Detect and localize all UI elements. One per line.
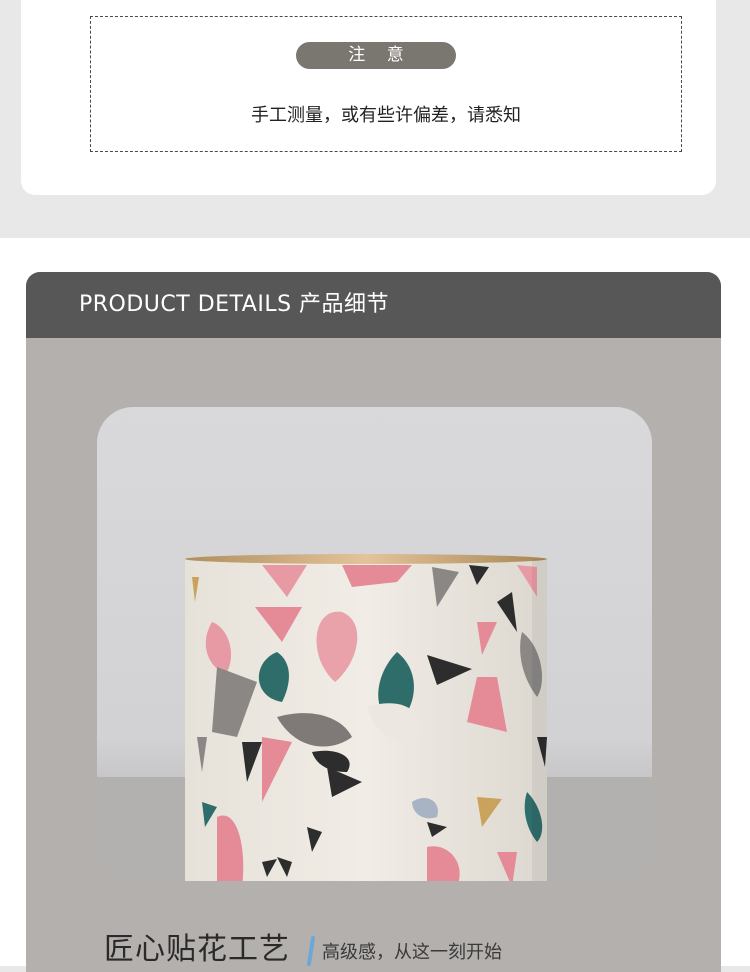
caption-title: 匠心贴花工艺: [104, 932, 290, 967]
slash-accent-icon: [307, 936, 315, 966]
product-details-header: PRODUCT DETAILS 产品细节: [26, 272, 721, 338]
caption-subtitle: 高级感，从这一刻开始: [322, 942, 502, 963]
product-details-section: PRODUCT DETAILS 产品细节 匠心贴花工艺 高级感，从这一刻开始: [0, 238, 750, 972]
terrazzo-mug-image: [97, 407, 652, 881]
product-photo: [97, 407, 652, 881]
notice-label: 注 意: [296, 42, 456, 69]
product-details-card: PRODUCT DETAILS 产品细节 匠心贴花工艺 高级感，从这一刻开始: [26, 272, 721, 972]
caption: 匠心贴花工艺 高级感，从这一刻开始: [104, 924, 502, 968]
notice-box: 注 意 手工测量，或有些许偏差，请悉知: [90, 16, 682, 152]
notice-text: 手工测量，或有些许偏差，请悉知: [251, 105, 521, 126]
